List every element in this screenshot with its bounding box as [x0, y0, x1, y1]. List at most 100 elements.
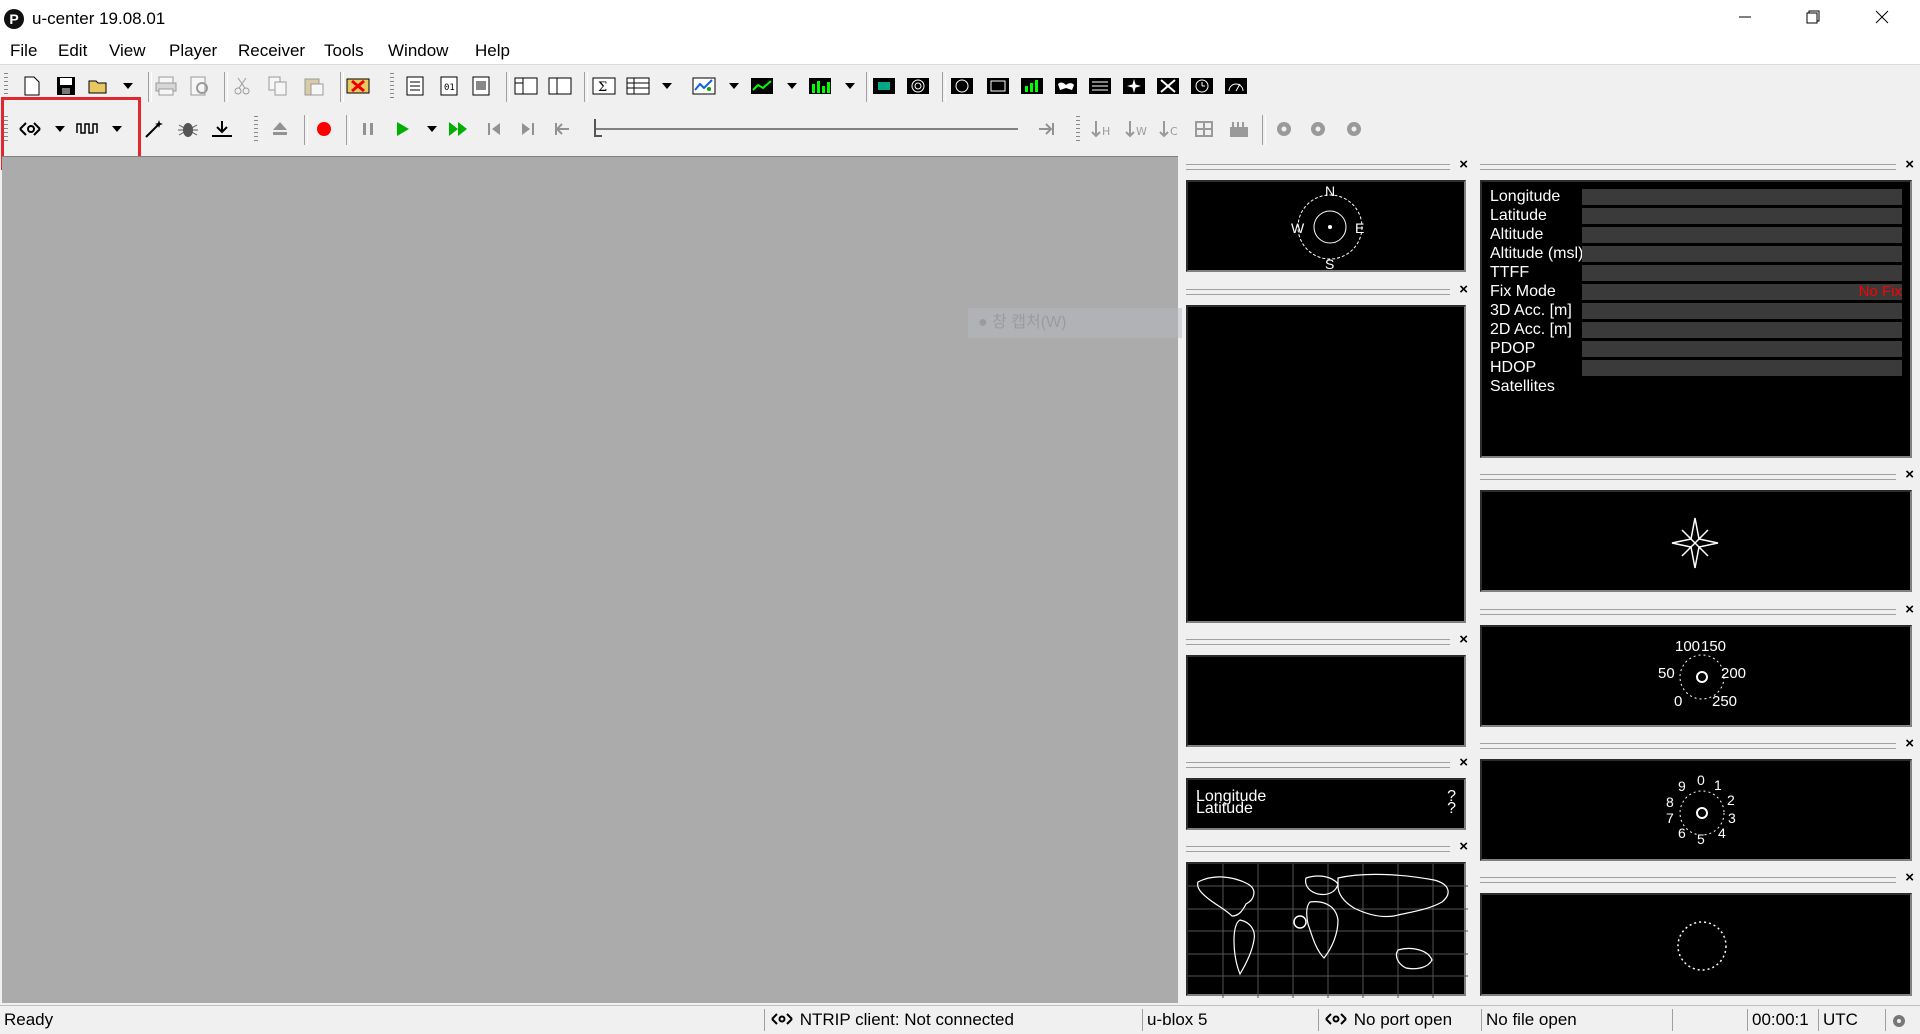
data-view-icon[interactable] [1086, 72, 1114, 100]
record-icon[interactable] [310, 115, 338, 143]
receiver-config-icon[interactable] [1226, 115, 1254, 143]
panel-grip[interactable] [1480, 474, 1896, 480]
close-button[interactable] [1850, 0, 1914, 34]
docking-view-icon[interactable] [512, 72, 540, 100]
close-icon[interactable]: × [1459, 157, 1468, 173]
cold-start-icon[interactable]: C [1156, 115, 1184, 143]
close-icon[interactable]: × [1459, 282, 1468, 298]
chevron-down-icon[interactable] [836, 72, 864, 100]
hot-start-icon[interactable]: H [1088, 115, 1116, 143]
close-icon[interactable]: × [1905, 157, 1914, 173]
open-folder-icon[interactable] [86, 72, 114, 100]
receiver-connect-icon[interactable] [208, 115, 236, 143]
panel-grip[interactable] [1186, 639, 1450, 645]
latitude-value: ? [1447, 800, 1456, 817]
new-file-icon[interactable] [18, 72, 46, 100]
clock-view-icon[interactable] [1188, 72, 1216, 100]
fast-forward-icon[interactable] [444, 115, 472, 143]
debug-bug-icon[interactable] [174, 115, 202, 143]
toolbar-grip[interactable] [390, 73, 394, 101]
panel-grip[interactable] [1480, 877, 1896, 883]
play-icon[interactable] [388, 115, 416, 143]
signal-strength-icon[interactable] [1018, 72, 1046, 100]
settings-gear-2-icon[interactable] [1304, 115, 1332, 143]
satellite-compass-icon[interactable] [948, 72, 976, 100]
table-view-icon[interactable] [624, 72, 652, 100]
menu-tools[interactable]: Tools [324, 38, 364, 64]
chevron-down-icon[interactable] [720, 72, 748, 100]
binary-console-icon[interactable]: 01 [436, 72, 464, 100]
menu-file[interactable]: File [10, 38, 37, 64]
speedometer-view-icon[interactable] [1222, 72, 1250, 100]
split-view-icon[interactable] [546, 72, 574, 100]
menu-receiver[interactable]: Receiver [238, 38, 305, 64]
statistic-view-icon[interactable]: Σ [590, 72, 618, 100]
print-icon[interactable] [152, 72, 180, 100]
chevron-down-icon[interactable] [778, 72, 806, 100]
playback-slider-track[interactable] [594, 128, 1018, 130]
map-view-icon[interactable] [690, 72, 718, 100]
chart-view-icon[interactable] [748, 72, 776, 100]
altimeter-view-icon[interactable] [1154, 72, 1182, 100]
close-icon[interactable]: × [1459, 755, 1468, 771]
close-icon[interactable]: × [1459, 839, 1468, 855]
settings-gear-3-icon[interactable] [1340, 115, 1368, 143]
jump-to-end-icon[interactable] [1032, 115, 1060, 143]
panel-grip[interactable] [1186, 164, 1450, 170]
chevron-down-icon[interactable] [114, 72, 142, 100]
clock-label-1: 1 [1714, 777, 1722, 793]
histogram-view-icon[interactable] [806, 72, 834, 100]
deviation-map-icon[interactable] [984, 72, 1012, 100]
close-icon[interactable]: × [1459, 632, 1468, 648]
status-gear-cell[interactable] [1885, 1009, 1920, 1031]
save-icon[interactable] [52, 72, 80, 100]
data-label-fix-mode: Fix Mode [1490, 283, 1556, 300]
panel-grip[interactable] [1480, 164, 1896, 170]
playback-slider-thumb[interactable] [594, 119, 602, 137]
pause-icon[interactable] [354, 115, 382, 143]
panel-grip[interactable] [1480, 609, 1896, 615]
panel-grip[interactable] [1480, 743, 1896, 749]
status-receiver: u-blox 5 [1142, 1009, 1317, 1031]
cut-icon[interactable] [228, 72, 256, 100]
menu-edit[interactable]: Edit [58, 38, 87, 64]
gnss-config-icon[interactable] [1192, 115, 1220, 143]
toolbar-grip[interactable] [254, 116, 258, 144]
panel-grip[interactable] [1186, 762, 1450, 768]
eject-icon[interactable] [266, 115, 294, 143]
print-preview-icon[interactable] [186, 72, 214, 100]
step-forward-icon[interactable] [514, 115, 542, 143]
cancel-messages-icon[interactable] [344, 72, 372, 100]
menu-player[interactable]: Player [169, 38, 217, 64]
close-icon[interactable]: × [1905, 467, 1914, 483]
copy-icon[interactable] [264, 72, 292, 100]
close-icon[interactable]: × [1905, 602, 1914, 618]
menu-view[interactable]: View [109, 38, 146, 64]
settings-gear-icon[interactable] [1270, 115, 1298, 143]
autobauding-wand-icon[interactable] [140, 115, 168, 143]
close-icon[interactable]: × [1905, 736, 1914, 752]
rewind-to-start-icon[interactable] [548, 115, 576, 143]
toolbar-grip[interactable] [1076, 116, 1080, 144]
panel-grip[interactable] [1186, 289, 1450, 295]
position-panel: × Longitude Latitude ? ? [1182, 755, 1470, 834]
step-back-icon[interactable] [480, 115, 508, 143]
status-port-cell[interactable]: No port open [1318, 1009, 1480, 1031]
chevron-down-icon[interactable] [418, 115, 446, 143]
compass-view-icon[interactable] [1120, 72, 1148, 100]
menu-help[interactable]: Help [475, 38, 510, 64]
minimize-button[interactable] [1713, 0, 1777, 34]
packet-console-icon[interactable] [468, 72, 496, 100]
status-ntrip-cell[interactable]: NTRIP client: Not connected [764, 1009, 1104, 1031]
menu-window[interactable]: Window [388, 38, 448, 64]
warm-start-icon[interactable]: W [1122, 115, 1150, 143]
paste-icon[interactable] [300, 72, 328, 100]
chevron-down-icon[interactable] [653, 72, 681, 100]
camera-view-icon[interactable] [870, 72, 898, 100]
close-icon[interactable]: × [1905, 870, 1914, 886]
messages-view-icon[interactable] [402, 72, 430, 100]
sky-view-icon[interactable] [904, 72, 932, 100]
restore-button[interactable] [1781, 0, 1845, 34]
panel-grip[interactable] [1186, 846, 1450, 852]
world-map-icon[interactable] [1052, 72, 1080, 100]
